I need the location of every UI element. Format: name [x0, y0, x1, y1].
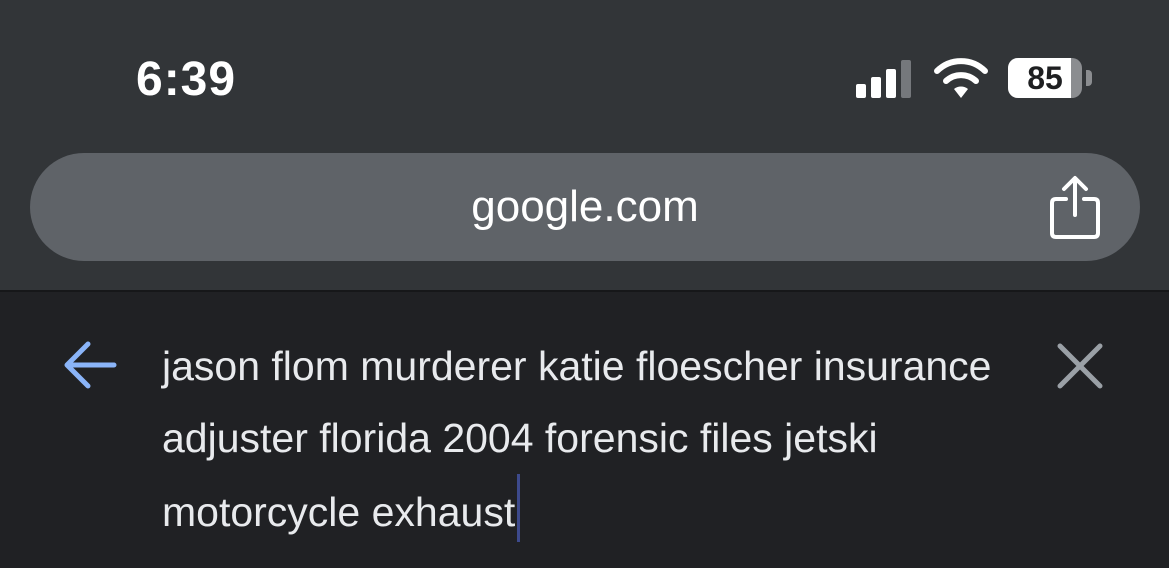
back-arrow-icon[interactable]	[62, 336, 120, 394]
divider	[0, 290, 1169, 292]
battery-icon: 85	[1008, 58, 1082, 98]
wifi-icon	[934, 58, 988, 98]
search-input[interactable]: jason flom murderer katie floescher insu…	[162, 330, 1042, 548]
close-icon[interactable]	[1054, 340, 1106, 392]
battery-level: 85	[1027, 60, 1063, 96]
share-icon[interactable]	[1040, 175, 1110, 241]
search-query-text[interactable]: jason flom murderer katie floescher insu…	[162, 343, 992, 535]
address-bar[interactable]: google.com	[30, 153, 1140, 261]
url-text[interactable]: google.com	[30, 153, 1140, 261]
status-time: 6:39	[136, 53, 237, 106]
browser-chrome: 6:39 85 google.com	[0, 0, 1169, 291]
battery-cap	[1086, 70, 1092, 86]
text-cursor	[517, 474, 521, 542]
cellular-signal-icon	[856, 60, 911, 98]
battery-indicator: 85	[1008, 58, 1094, 100]
